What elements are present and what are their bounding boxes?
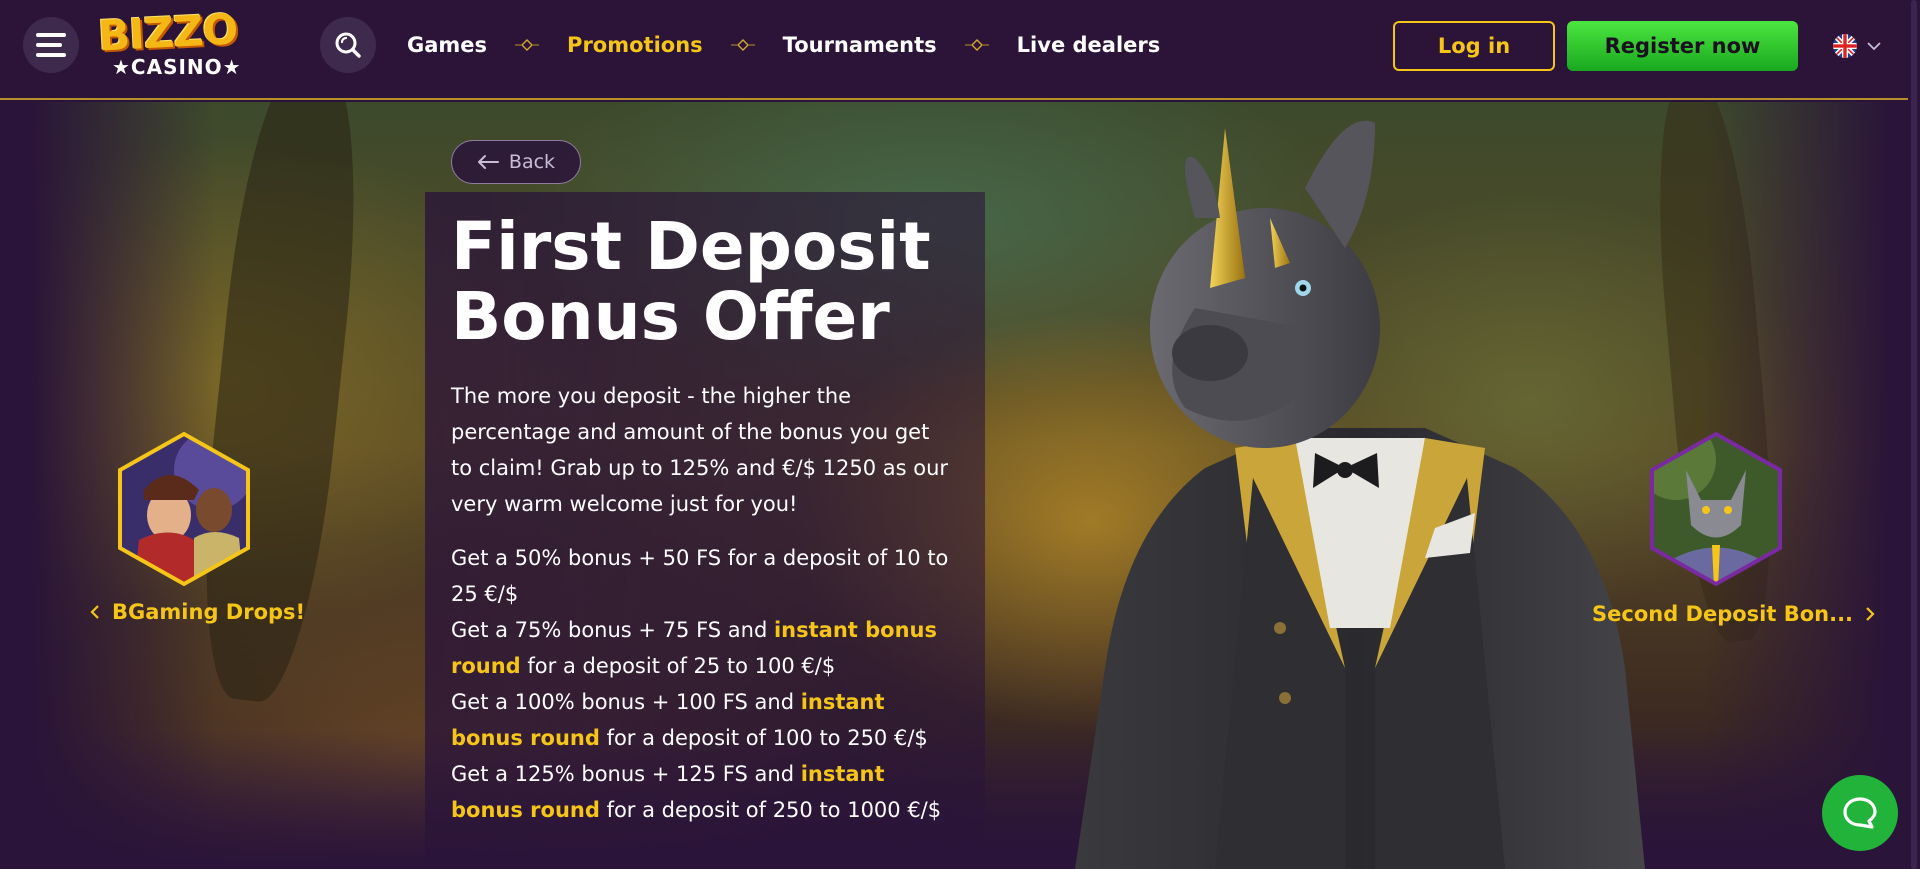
offer-text: for a deposit of 25 to 100 €/$ xyxy=(520,654,836,678)
page-title: First Deposit Bonus Offer xyxy=(451,212,971,352)
offer-item: Get a 100% bonus + 100 FS and instant bo… xyxy=(451,684,961,756)
next-promo-thumbnail xyxy=(1650,431,1782,587)
uk-flag-icon xyxy=(1833,34,1857,58)
next-promo-label: Second Deposit Bon... xyxy=(1592,602,1854,626)
offer-item: Get a 75% bonus + 75 FS and instant bonu… xyxy=(451,612,961,684)
prev-promo-thumbnail xyxy=(118,431,250,587)
logo[interactable]: BIZZO ★CASINO★ xyxy=(97,4,248,79)
chevron-down-icon xyxy=(1867,42,1881,51)
diamond-separator-icon xyxy=(730,39,755,51)
menu-icon-line xyxy=(36,43,62,47)
live-chat-button[interactable] xyxy=(1822,775,1898,851)
offer-item: Get a 125% bonus + 125 FS and instant bo… xyxy=(451,756,961,828)
scrollbar-thumb[interactable] xyxy=(1911,0,1917,869)
menu-icon-line xyxy=(36,33,66,37)
prev-promo-card[interactable]: BGaming Drops! xyxy=(90,430,305,630)
search-button[interactable] xyxy=(320,17,376,73)
next-promo-card[interactable]: Second Deposit Bon... xyxy=(1590,430,1875,630)
offer-text: for a deposit of 100 to 250 €/$ xyxy=(599,726,928,750)
logo-subtitle: ★CASINO★ xyxy=(112,55,242,79)
chevron-right-icon xyxy=(1866,607,1875,621)
menu-icon-line xyxy=(36,53,66,57)
next-promo-label-row: Second Deposit Bon... xyxy=(1592,602,1875,626)
language-selector[interactable] xyxy=(1833,33,1887,59)
back-label: Back xyxy=(508,151,556,173)
nav-tournaments[interactable]: Tournaments xyxy=(783,33,937,57)
title-line-1: First Deposit xyxy=(451,208,931,285)
register-button[interactable]: Register now xyxy=(1567,21,1798,71)
offer-text: Get a 75% bonus + 75 FS and xyxy=(451,618,774,642)
nav-games[interactable]: Games xyxy=(407,33,487,57)
site-header: BIZZO ★CASINO★ Games Promotions Tourname… xyxy=(0,0,1920,100)
offer-text: Get a 100% bonus + 100 FS and xyxy=(451,690,801,714)
diamond-separator-icon xyxy=(964,39,989,51)
chevron-left-icon xyxy=(90,605,99,619)
offer-text: Get a 50% bonus + 50 FS for a deposit of… xyxy=(451,546,949,606)
promo-intro: The more you deposit - the higher the pe… xyxy=(451,384,949,516)
nav-live-dealers[interactable]: Live dealers xyxy=(1017,33,1161,57)
logo-wordmark: BIZZO xyxy=(96,4,239,61)
page-scrollbar[interactable] xyxy=(1908,0,1920,869)
login-button[interactable]: Log in xyxy=(1393,21,1555,71)
main-nav: Games Promotions Tournaments Live dealer… xyxy=(407,0,1160,90)
title-line-2: Bonus Offer xyxy=(451,278,890,355)
diamond-separator-icon xyxy=(515,39,540,51)
nav-promotions[interactable]: Promotions xyxy=(567,33,703,57)
rhino-mascot-illustration xyxy=(1075,120,1645,869)
chat-icon xyxy=(1843,797,1877,829)
prev-promo-label-row: BGaming Drops! xyxy=(90,600,305,624)
offer-text: for a deposit of 250 to 1000 €/$ xyxy=(599,798,942,822)
menu-button[interactable] xyxy=(23,17,79,73)
offer-text: Get a 125% bonus + 125 FS and xyxy=(451,762,801,786)
back-button[interactable]: Back xyxy=(451,140,581,184)
arrow-left-icon xyxy=(477,155,499,169)
prev-promo-label: BGaming Drops! xyxy=(112,600,306,624)
offer-item: Get a 50% bonus + 50 FS for a deposit of… xyxy=(451,540,961,612)
offers-list: Get a 50% bonus + 50 FS for a deposit of… xyxy=(451,540,961,828)
search-icon xyxy=(335,32,361,58)
